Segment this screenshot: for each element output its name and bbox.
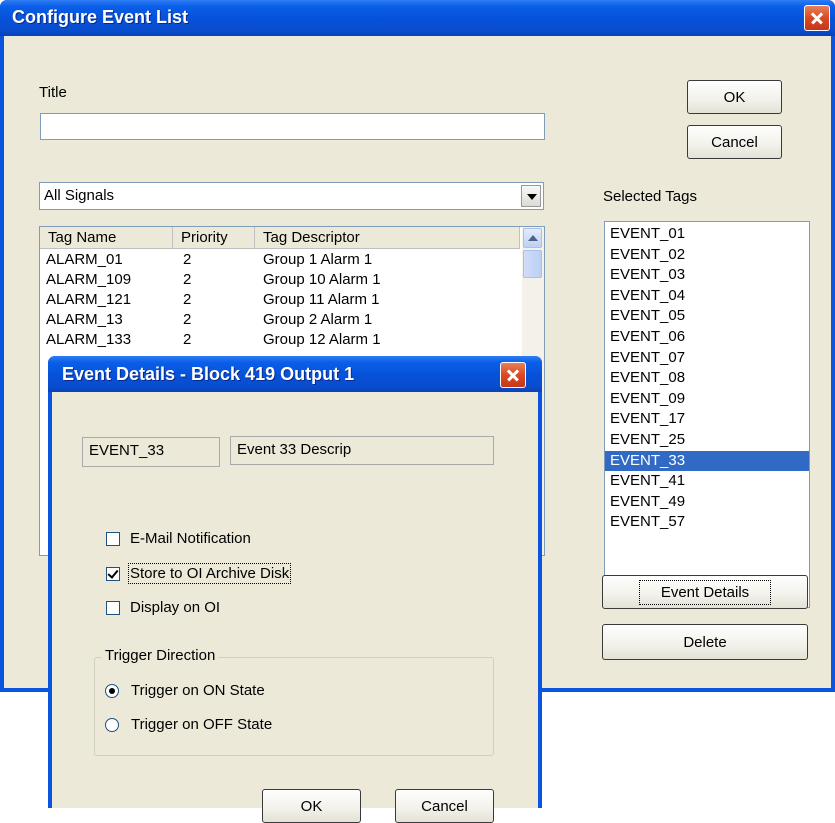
col-header-label: Tag Descriptor	[263, 229, 360, 246]
display-on-oi-checkbox[interactable]	[106, 601, 120, 615]
row-descriptor: Group 1 Alarm 1	[263, 251, 373, 268]
trigger-direction-group: Trigger Direction Trigger on ON State Tr…	[94, 647, 494, 756]
row-descriptor: Group 10 Alarm 1	[263, 271, 381, 288]
row-tag-name: ALARM_133	[46, 331, 132, 348]
table-row[interactable]: ALARM_109 2 Group 10 Alarm 1	[46, 270, 516, 290]
table-row[interactable]: ALARM_01 2 Group 1 Alarm 1	[46, 250, 516, 270]
delete-button-label: Delete	[683, 633, 727, 651]
trigger-direction-label: Trigger Direction	[102, 647, 219, 664]
dialog-title-bar[interactable]: Event Details - Block 419 Output 1	[48, 356, 542, 392]
row-descriptor: Group 2 Alarm 1	[263, 311, 373, 328]
col-header-label: Priority	[181, 229, 228, 246]
dialog-ok-label: OK	[300, 797, 323, 815]
list-item[interactable]: EVENT_09	[605, 389, 809, 410]
list-item[interactable]: EVENT_49	[605, 492, 809, 513]
email-notification-label: E-Mail Notification	[130, 530, 251, 547]
row-priority: 2	[183, 331, 192, 348]
event-details-dialog: Event Details - Block 419 Output 1 EVENT…	[48, 356, 542, 823]
trigger-off-radio[interactable]	[105, 718, 119, 732]
store-archive-label: Store to OI Archive Disk	[127, 563, 292, 584]
table-row[interactable]: ALARM_121 2 Group 11 Alarm 1	[46, 290, 516, 310]
tag-list-rows: ALARM_01 2 Group 1 Alarm 1 ALARM_109 2 G…	[46, 250, 516, 350]
row-tag-name: ALARM_13	[46, 311, 123, 328]
scroll-thumb[interactable]	[523, 250, 542, 278]
row-tag-name: ALARM_121	[46, 291, 132, 308]
signal-filter-value: All Signals	[44, 187, 115, 204]
list-item[interactable]: EVENT_05	[605, 306, 809, 327]
event-tag-descriptor-field: Event 33 Descrip	[230, 436, 494, 465]
col-header-priority[interactable]: Priority	[173, 227, 255, 249]
trigger-on-option[interactable]: Trigger on ON State	[105, 680, 355, 702]
dialog-cancel-label: Cancel	[421, 797, 468, 815]
list-item[interactable]: EVENT_04	[605, 286, 809, 307]
event-tag-name-field: EVENT_33	[82, 437, 220, 467]
row-priority: 2	[183, 291, 192, 308]
selected-tags-items: EVENT_01 EVENT_02 EVENT_03 EVENT_04 EVENT_05…	[605, 224, 809, 533]
selected-tags-label: Selected Tags	[603, 188, 697, 205]
row-tag-name: ALARM_109	[46, 271, 132, 288]
col-header-tag-descriptor[interactable]: Tag Descriptor	[255, 227, 520, 249]
list-item[interactable]: EVENT_07	[605, 348, 809, 369]
trigger-off-label: Trigger on OFF State	[131, 716, 273, 733]
row-priority: 2	[183, 311, 192, 328]
row-priority: 2	[183, 271, 192, 288]
main-title-bar[interactable]: Configure Event List	[0, 0, 835, 36]
title-label: Title	[39, 84, 67, 101]
cancel-button-label: Cancel	[711, 133, 758, 151]
display-on-oi-label: Display on OI	[130, 599, 221, 616]
email-notification-checkbox[interactable]	[106, 532, 120, 546]
store-archive-checkbox[interactable]	[106, 567, 120, 581]
row-descriptor: Group 11 Alarm 1	[263, 291, 380, 308]
list-item[interactable]: EVENT_02	[605, 245, 809, 266]
main-window-title: Configure Event List	[12, 7, 189, 27]
close-icon[interactable]	[500, 362, 526, 388]
list-item[interactable]: EVENT_33	[605, 450, 809, 472]
trigger-off-option[interactable]: Trigger on OFF State	[105, 714, 355, 736]
delete-button[interactable]: Delete	[602, 624, 808, 660]
cancel-button[interactable]: Cancel	[687, 125, 782, 159]
dialog-ok-button[interactable]: OK	[262, 789, 361, 823]
table-row[interactable]: ALARM_133 2 Group 12 Alarm 1	[46, 330, 516, 350]
email-notification-option[interactable]: E-Mail Notification	[106, 528, 366, 552]
title-input[interactable]	[40, 113, 545, 140]
list-item[interactable]: EVENT_06	[605, 327, 809, 348]
event-details-button-label: Event Details	[638, 579, 772, 605]
dialog-cancel-button[interactable]: Cancel	[395, 789, 494, 823]
list-item[interactable]: EVENT_17	[605, 409, 809, 430]
table-row[interactable]: ALARM_13 2 Group 2 Alarm 1	[46, 310, 516, 330]
list-item[interactable]: EVENT_01	[605, 224, 809, 245]
display-on-oi-option[interactable]: Display on OI	[106, 597, 366, 621]
row-priority: 2	[183, 251, 192, 268]
list-item[interactable]: EVENT_08	[605, 368, 809, 389]
scroll-up-icon[interactable]	[523, 228, 542, 248]
dialog-body: EVENT_33 Event 33 Descrip E-Mail Notific…	[52, 392, 538, 823]
list-item[interactable]: EVENT_03	[605, 265, 809, 286]
selected-tags-list[interactable]: EVENT_01 EVENT_02 EVENT_03 EVENT_04 EVENT_05…	[604, 221, 810, 608]
close-icon[interactable]	[804, 5, 830, 31]
dropdown-arrow-icon[interactable]	[521, 185, 541, 207]
signal-filter-select[interactable]: All Signals	[39, 182, 544, 210]
ok-button-label: OK	[723, 88, 746, 106]
trigger-on-radio[interactable]	[105, 684, 119, 698]
list-item[interactable]: EVENT_57	[605, 512, 809, 533]
row-tag-name: ALARM_01	[46, 251, 123, 268]
col-header-label: Tag Name	[48, 229, 117, 246]
store-archive-option[interactable]: Store to OI Archive Disk	[106, 563, 366, 587]
list-item[interactable]: EVENT_25	[605, 430, 809, 451]
ok-button[interactable]: OK	[687, 80, 782, 114]
event-details-button[interactable]: Event Details	[602, 575, 808, 609]
list-item[interactable]: EVENT_41	[605, 471, 809, 492]
trigger-on-label: Trigger on ON State	[131, 682, 265, 699]
row-descriptor: Group 12 Alarm 1	[263, 331, 381, 348]
col-header-tag-name[interactable]: Tag Name	[40, 227, 173, 249]
dialog-title: Event Details - Block 419 Output 1	[62, 364, 355, 384]
